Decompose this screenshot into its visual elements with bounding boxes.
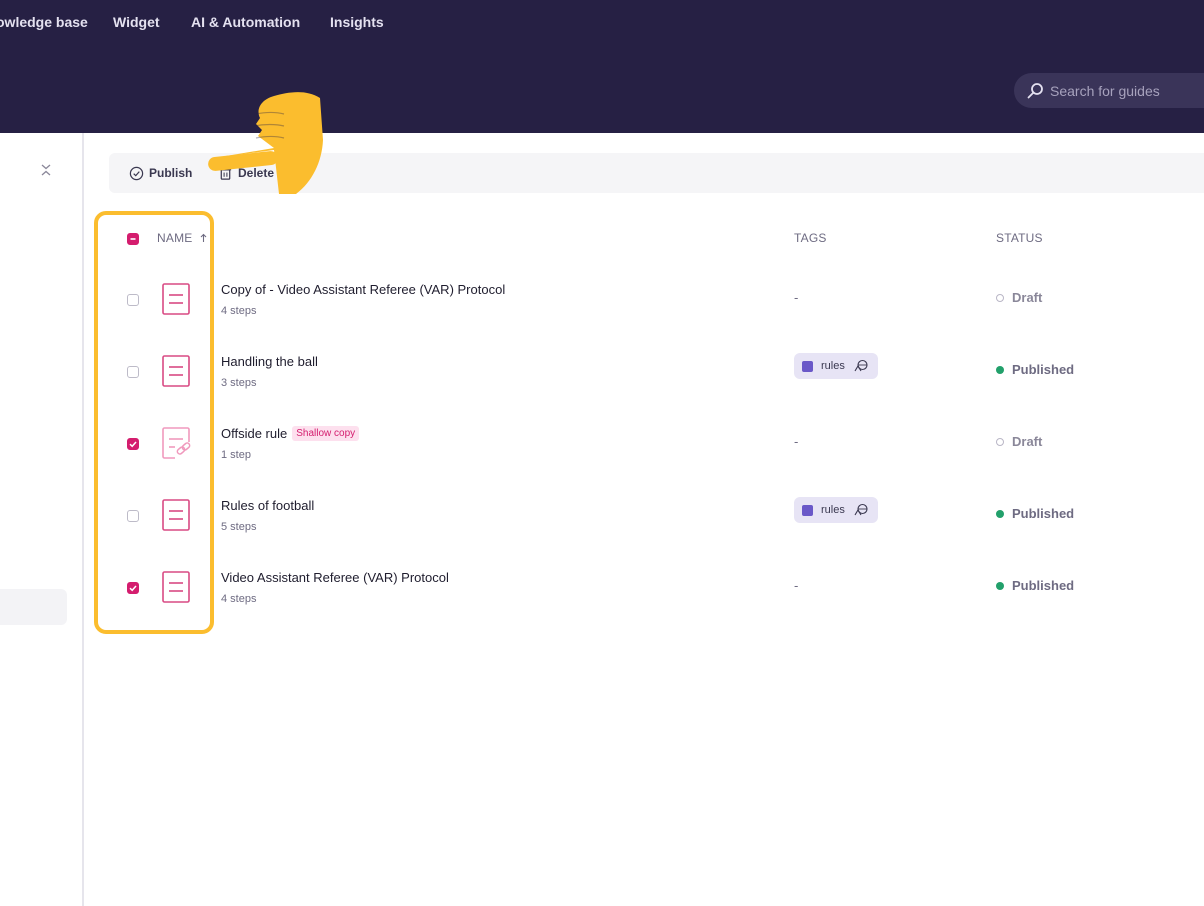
table-row[interactable]: Video Assistant Referee (VAR) Protocol 4… (109, 552, 1204, 624)
status-badge: Published (996, 578, 1074, 593)
guide-title-text: Video Assistant Referee (VAR) Protocol (221, 570, 449, 585)
sidebar-selected-item[interactable] (0, 589, 67, 625)
guide-title[interactable]: Offside rule Shallow copy (221, 426, 360, 441)
status-badge: Draft (996, 290, 1042, 305)
empty-tag: - (794, 290, 799, 305)
published-dot-icon (996, 365, 1004, 374)
check-circle-icon (129, 166, 144, 180)
tags-column-header: TAGS (794, 231, 827, 245)
step-count: 4 steps (221, 593, 257, 605)
publish-button[interactable]: Publish (129, 153, 192, 193)
status-label: Draft (1012, 434, 1043, 449)
tag-label: rules (821, 360, 845, 372)
guide-search[interactable] (1014, 73, 1204, 108)
guide-title[interactable]: Video Assistant Referee (VAR) Protocol (221, 570, 449, 585)
empty-tag: - (794, 578, 799, 593)
table-row[interactable]: Handling the ball 3 steps rules Publishe… (109, 336, 1204, 408)
status-label: Published (1012, 362, 1075, 377)
published-dot-icon (996, 581, 1004, 590)
status-badge: Published (996, 362, 1074, 377)
guide-title-text: Handling the ball (221, 354, 318, 369)
left-sidebar (0, 133, 84, 906)
tag-label: rules (821, 504, 845, 516)
table-row[interactable]: Copy of - Video Assistant Referee (VAR) … (109, 264, 1204, 336)
status-badge: Draft (996, 434, 1042, 449)
search-input[interactable] (1050, 73, 1204, 108)
translate-icon (854, 359, 868, 372)
step-count: 5 steps (221, 521, 257, 533)
status-column-header: STATUS (996, 231, 1043, 245)
guide-title[interactable]: Copy of - Video Assistant Referee (VAR) … (221, 282, 505, 297)
status-label: Draft (1012, 290, 1043, 305)
shallow-copy-badge: Shallow copy (292, 426, 360, 441)
guide-title-text: Copy of - Video Assistant Referee (VAR) … (221, 282, 506, 297)
table-row[interactable]: Rules of football 5 steps rules Publishe… (109, 480, 1204, 552)
tag-pill[interactable]: rules (794, 497, 878, 523)
draft-dot-icon (996, 437, 1004, 446)
nav-widget[interactable]: Widget (113, 14, 160, 30)
published-dot-icon (996, 509, 1004, 518)
pointing-hand-icon (208, 92, 323, 194)
nav-insights[interactable]: Insights (330, 14, 384, 30)
table-row[interactable]: Offside rule Shallow copy 1 step - Draft (109, 408, 1204, 480)
tag-pill[interactable]: rules (794, 353, 878, 379)
guide-title[interactable]: Rules of football (221, 498, 314, 513)
translate-icon (854, 503, 868, 516)
draft-dot-icon (996, 293, 1004, 302)
tag-color-icon (802, 504, 813, 516)
top-header: owledge base Widget AI & Automation Insi… (0, 0, 1204, 133)
guide-title[interactable]: Handling the ball (221, 354, 318, 369)
step-count: 1 step (221, 449, 251, 461)
guide-title-text: Rules of football (221, 498, 315, 513)
nav-knowledge-base[interactable]: owledge base (0, 14, 88, 30)
status-label: Published (1012, 578, 1075, 593)
empty-tag: - (794, 434, 799, 449)
search-icon (1027, 83, 1043, 99)
status-label: Published (1012, 506, 1075, 521)
guide-title-text: Offside rule (221, 426, 288, 441)
annotation-highlight-box (94, 211, 214, 634)
status-badge: Published (996, 506, 1074, 521)
publish-label: Publish (149, 166, 193, 180)
nav-ai-automation[interactable]: AI & Automation (191, 14, 300, 30)
step-count: 4 steps (221, 305, 257, 317)
collapse-chevrons-icon[interactable] (40, 163, 52, 177)
step-count: 3 steps (221, 377, 257, 389)
tag-color-icon (802, 360, 813, 372)
